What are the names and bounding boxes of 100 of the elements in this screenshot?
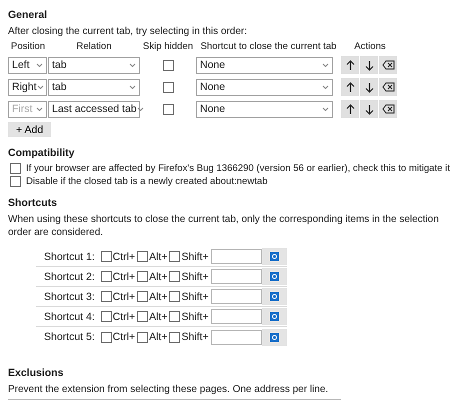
caret-icon (322, 106, 329, 112)
checkbox[interactable] (100, 271, 112, 282)
modifier-label: Ctrl+ (112, 331, 136, 343)
shortcut-label: Shortcut 4: (43, 310, 96, 322)
column-header: Actions (353, 41, 387, 52)
record-key-button[interactable] (262, 268, 287, 285)
column-header: Position (10, 41, 46, 52)
shortcut-label: Shortcut 2: (43, 270, 96, 282)
delete-button[interactable] (379, 56, 397, 74)
move-up-button[interactable] (341, 100, 359, 118)
arrow-down-icon (364, 60, 374, 70)
relation-select[interactable]: tab (48, 78, 140, 96)
checkbox[interactable] (169, 271, 180, 282)
position-select[interactable]: Right (8, 78, 47, 96)
modifier-label: Ctrl+ (112, 270, 136, 282)
modifier-label: Shift+ (181, 290, 209, 302)
checkbox[interactable] (169, 311, 180, 322)
delete-button[interactable] (379, 100, 397, 118)
checkbox[interactable] (100, 311, 112, 322)
move-up-button[interactable] (341, 56, 359, 74)
arrow-down-icon (364, 82, 374, 92)
checkbox[interactable] (169, 332, 180, 342)
position-select[interactable]: Left (8, 56, 47, 74)
modifier-label: Ctrl+ (112, 310, 136, 322)
caret-icon (322, 62, 329, 68)
modifier-label: Alt+ (149, 290, 168, 302)
section-heading: Compatibility (8, 147, 76, 159)
section-description: Prevent the extension from selecting these pages. One address per line. (8, 383, 330, 396)
section-heading: Shortcuts (8, 197, 58, 209)
modifier-label: Shift+ (181, 270, 209, 282)
refresh-icon (270, 312, 279, 321)
record-key-button[interactable] (262, 248, 287, 265)
move-up-button[interactable] (341, 78, 359, 96)
caret-icon (129, 62, 136, 68)
checkbox[interactable] (169, 291, 180, 302)
checkbox[interactable] (137, 251, 148, 262)
caret-icon (322, 84, 329, 90)
skip-hidden-checkbox[interactable] (162, 82, 174, 92)
modifier-label: Alt+ (149, 270, 168, 282)
checkbox[interactable] (10, 176, 21, 187)
caret-icon (36, 84, 44, 90)
shortcut-select[interactable]: None (196, 78, 333, 96)
shortcut-select[interactable]: None (196, 100, 333, 118)
refresh-icon (270, 292, 279, 301)
key-input-field[interactable] (210, 289, 262, 304)
modifier-label: Shift+ (181, 250, 209, 262)
section-description: After closing the current tab, try selecting in this order: (8, 25, 248, 38)
refresh-icon (270, 272, 279, 281)
skip-hidden-checkbox[interactable] (162, 60, 174, 70)
arrow-up-icon (346, 60, 354, 70)
column-header: Shortcut to close the current tab (200, 41, 338, 52)
column-header: Relation (75, 41, 113, 52)
modifier-label: Alt+ (149, 310, 168, 322)
arrow-up-icon (346, 104, 354, 114)
column-header: Skip hidden (142, 41, 194, 52)
checkbox[interactable] (169, 251, 180, 262)
refresh-icon (270, 252, 279, 261)
backspace-icon (382, 104, 394, 114)
record-key-button[interactable] (262, 288, 287, 305)
key-input-field[interactable] (210, 309, 262, 324)
option-label: If your browser are affected by Firefox's Bug 1366290 (version 56 or earlier), check this to mitigate it (26, 163, 450, 174)
shortcut-label: Shortcut 3: (43, 290, 96, 302)
modifier-label: Alt+ (149, 250, 168, 262)
skip-hidden-checkbox[interactable] (162, 104, 174, 114)
section-heading: Exclusions (8, 367, 64, 379)
section-description: When using these shortcuts to close the current tab, only the corresponding items in the selection order are considered. (8, 213, 440, 239)
delete-button[interactable] (379, 78, 397, 96)
caret-icon (136, 106, 144, 112)
shortcut-label: Shortcut 5: (43, 331, 96, 343)
shortcut-select[interactable]: None (196, 56, 333, 74)
checkbox[interactable] (10, 163, 21, 174)
checkbox[interactable] (137, 311, 148, 322)
checkbox[interactable] (100, 291, 112, 302)
checkbox[interactable] (137, 291, 148, 302)
caret-icon (129, 84, 136, 90)
record-key-button[interactable] (262, 308, 287, 325)
modifier-label: Alt+ (149, 331, 168, 343)
move-down-button[interactable] (360, 78, 378, 96)
key-input-field[interactable] (210, 249, 262, 264)
modifier-label: Ctrl+ (112, 290, 136, 302)
modifier-label: Ctrl+ (112, 250, 136, 262)
modifier-label: Shift+ (181, 310, 209, 322)
record-key-button[interactable] (262, 328, 287, 346)
move-down-button[interactable] (360, 100, 378, 118)
relation-select[interactable]: tab (48, 56, 140, 74)
caret-icon (36, 62, 43, 68)
backspace-icon (382, 82, 394, 92)
modifier-label: Shift+ (181, 331, 209, 343)
arrow-down-icon (364, 104, 374, 114)
key-input-field[interactable] (210, 269, 262, 284)
checkbox[interactable] (137, 271, 148, 282)
move-down-button[interactable] (360, 56, 378, 74)
refresh-icon (270, 332, 279, 342)
checkbox[interactable] (137, 332, 148, 342)
checkbox[interactable] (100, 332, 112, 342)
add-button[interactable]: + Add (8, 122, 52, 137)
option-label: Disable if the closed tab is a newly created about:newtab (26, 176, 268, 187)
arrow-up-icon (346, 82, 354, 92)
key-input-field[interactable] (210, 330, 262, 344)
checkbox[interactable] (100, 251, 112, 262)
